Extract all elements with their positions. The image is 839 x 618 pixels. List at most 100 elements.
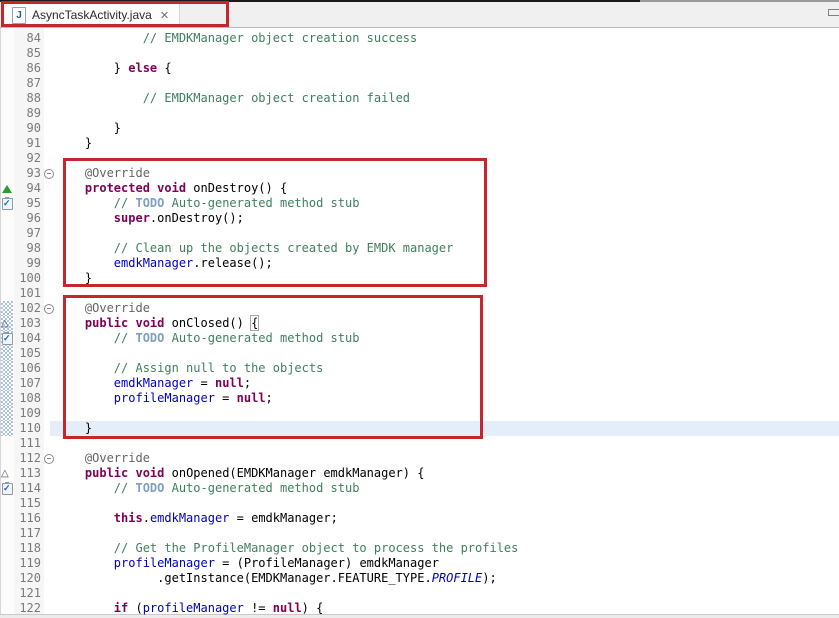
code-token: );: [482, 571, 496, 585]
range-indicator-cell: △: [1, 316, 13, 331]
code-token: [56, 301, 85, 315]
line-number[interactable]: 102: [14, 301, 41, 316]
line-number[interactable]: 107: [14, 376, 41, 391]
code-line[interactable]: [56, 346, 839, 361]
line-number[interactable]: 87: [14, 76, 41, 91]
code-editor[interactable]: 84 // EMDKManager object creation succes…: [0, 28, 839, 618]
tab-close-icon[interactable]: ✕: [160, 9, 169, 22]
code-line[interactable]: profileManager = null;: [56, 391, 839, 406]
gutter-cell: [1, 151, 13, 166]
code-line[interactable]: public void onOpened(EMDKManager emdkMan…: [56, 466, 839, 481]
code-token-fld: emdkManager: [114, 376, 193, 390]
line-number[interactable]: 103: [14, 316, 41, 331]
line-number[interactable]: 98: [14, 241, 41, 256]
code-line[interactable]: // TODO Auto-generated method stub: [56, 196, 839, 211]
code-line[interactable]: .getInstance(EMDKManager.FEATURE_TYPE.PR…: [56, 571, 839, 586]
line-number[interactable]: 118: [14, 541, 41, 556]
code-line[interactable]: protected void onDestroy() {: [56, 181, 839, 196]
line-number[interactable]: 104: [14, 331, 41, 346]
line-number[interactable]: 99: [14, 256, 41, 271]
line-number[interactable]: 111: [14, 436, 41, 451]
line-number[interactable]: 112: [14, 451, 41, 466]
code-line[interactable]: [56, 526, 839, 541]
code-line[interactable]: [56, 151, 839, 166]
code-line[interactable]: // TODO Auto-generated method stub: [56, 481, 839, 496]
code-line[interactable]: [56, 286, 839, 301]
line-number[interactable]: 105: [14, 346, 41, 361]
line-number[interactable]: 109: [14, 406, 41, 421]
code-line[interactable]: this.emdkManager = emdkManager;: [56, 511, 839, 526]
line-number[interactable]: 96: [14, 211, 41, 226]
line-number[interactable]: 95: [14, 196, 41, 211]
code-line[interactable]: if (profileManager != null) {: [56, 601, 839, 616]
collapse-fold-icon[interactable]: [44, 454, 54, 464]
code-token-cm: Auto-generated method stub: [164, 196, 359, 210]
code-line[interactable]: [56, 76, 839, 91]
todo-task-marker-icon[interactable]: [2, 198, 13, 210]
line-number[interactable]: 85: [14, 46, 41, 61]
code-line[interactable]: [56, 406, 839, 421]
line-number[interactable]: 121: [14, 586, 41, 601]
overrides-marker-icon[interactable]: [2, 185, 12, 193]
minimize-icon[interactable]: [828, 9, 839, 16]
line-number[interactable]: 108: [14, 391, 41, 406]
line-number[interactable]: 92: [14, 151, 41, 166]
line-number[interactable]: 101: [14, 286, 41, 301]
code-line[interactable]: }: [56, 121, 839, 136]
implements-marker-icon[interactable]: △: [1, 317, 9, 330]
line-number[interactable]: 97: [14, 226, 41, 241]
line-number[interactable]: 113: [14, 466, 41, 481]
code-line[interactable]: } else {: [56, 61, 839, 76]
line-number[interactable]: 122: [14, 601, 41, 616]
code-token-kw: protected void: [85, 181, 186, 195]
line-number[interactable]: 90: [14, 121, 41, 136]
todo-task-marker-icon[interactable]: [2, 483, 13, 495]
code-line[interactable]: // EMDKManager object creation success: [56, 31, 839, 46]
line-number[interactable]: 120: [14, 571, 41, 586]
collapse-fold-icon[interactable]: [44, 169, 54, 179]
line-number[interactable]: 86: [14, 61, 41, 76]
code-line[interactable]: // TODO Auto-generated method stub: [56, 331, 839, 346]
line-number[interactable]: 94: [14, 181, 41, 196]
code-line[interactable]: [56, 436, 839, 451]
code-line[interactable]: @Override: [56, 451, 839, 466]
line-number[interactable]: 88: [14, 91, 41, 106]
code-line[interactable]: super.onDestroy();: [56, 211, 839, 226]
code-line[interactable]: // Get the ProfileManager object to proc…: [56, 541, 839, 556]
gutter-cell: [1, 31, 13, 46]
code-line[interactable]: @Override: [56, 301, 839, 316]
line-number[interactable]: 84: [14, 31, 41, 46]
collapse-fold-icon[interactable]: [44, 304, 54, 314]
line-number[interactable]: 106: [14, 361, 41, 376]
gutter-cell: [1, 256, 13, 271]
code-line[interactable]: profileManager = (ProfileManager) emdkMa…: [56, 556, 839, 571]
line-number[interactable]: 115: [14, 496, 41, 511]
line-number[interactable]: 119: [14, 556, 41, 571]
code-line[interactable]: }: [56, 421, 839, 436]
code-line[interactable]: // EMDKManager object creation failed: [56, 91, 839, 106]
implements-marker-icon[interactable]: △: [1, 467, 9, 480]
code-line[interactable]: [56, 46, 839, 61]
code-line[interactable]: emdkManager = null;: [56, 376, 839, 391]
code-line[interactable]: emdkManager.release();: [56, 256, 839, 271]
line-number[interactable]: 117: [14, 526, 41, 541]
line-number[interactable]: 110: [14, 421, 41, 436]
code-line[interactable]: }: [56, 136, 839, 151]
line-number[interactable]: 93: [14, 166, 41, 181]
code-line[interactable]: [56, 226, 839, 241]
code-line[interactable]: }: [56, 271, 839, 286]
code-line[interactable]: public void onClosed() {: [56, 316, 839, 331]
code-line[interactable]: [56, 496, 839, 511]
line-number[interactable]: 89: [14, 106, 41, 121]
line-number[interactable]: 116: [14, 511, 41, 526]
code-line[interactable]: // Assign null to the objects: [56, 361, 839, 376]
editor-tab-asynctaskactivity[interactable]: J AsyncTaskActivity.java ✕: [4, 3, 180, 27]
line-number[interactable]: 114: [14, 481, 41, 496]
todo-task-marker-icon[interactable]: [2, 333, 13, 345]
code-line[interactable]: [56, 586, 839, 601]
code-line[interactable]: [56, 106, 839, 121]
line-number[interactable]: 91: [14, 136, 41, 151]
line-number[interactable]: 100: [14, 271, 41, 286]
code-line[interactable]: // Clean up the objects created by EMDK …: [56, 241, 839, 256]
code-line[interactable]: @Override: [56, 166, 839, 181]
